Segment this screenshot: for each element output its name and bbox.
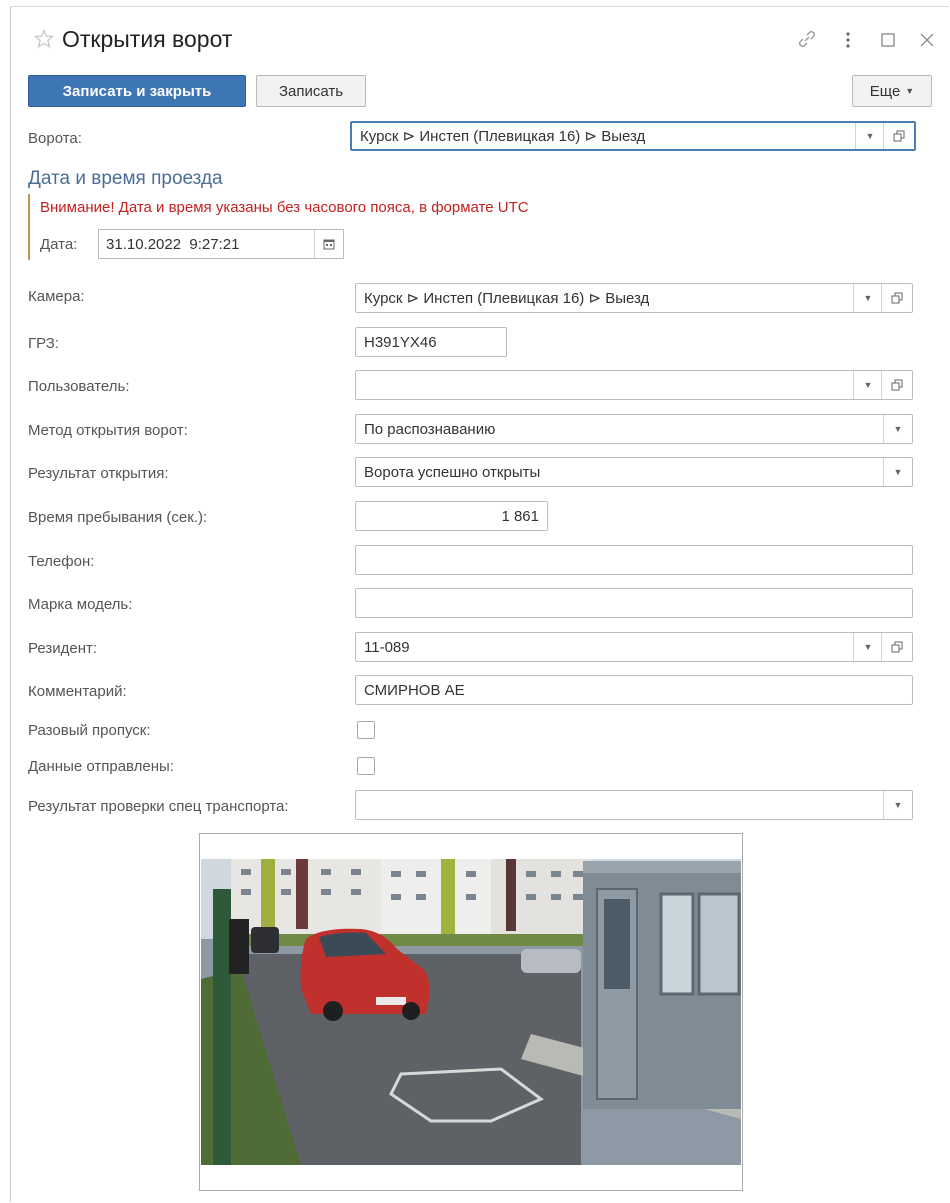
camera-snapshot[interactable] (201, 859, 741, 1165)
save-and-close-label: Записать и закрыть (62, 82, 212, 100)
plate-value: Н391YX46 (364, 333, 437, 351)
save-and-close-button[interactable]: Записать и закрыть (28, 75, 246, 107)
camera-field[interactable]: Курск ⊳ Инстеп (Плевицкая 16) ⊳ Выезд ▼ (355, 283, 913, 313)
open-icon[interactable] (881, 284, 912, 312)
utc-warning: Внимание! Дата и время указаны без часов… (40, 199, 529, 216)
phone-label: Телефон: (28, 553, 95, 570)
plate-label: ГРЗ: (28, 335, 60, 352)
resident-label: Резидент: (28, 640, 98, 657)
resident-value: 11-089 (364, 638, 410, 656)
stay-time-value: 1 861 (501, 507, 539, 525)
star-icon[interactable] (34, 29, 54, 49)
one-time-pass-checkbox[interactable] (357, 721, 375, 739)
result-label: Результат открытия: (28, 465, 169, 482)
more-label: Еще (869, 82, 901, 100)
dropdown-arrow-icon[interactable]: ▼ (855, 123, 884, 149)
gates-label: Ворота: (28, 130, 82, 147)
comment-value: СМИРНОВ АЕ (364, 681, 465, 699)
maximize-icon[interactable] (880, 32, 896, 48)
dropdown-arrow-icon[interactable]: ▼ (883, 415, 912, 443)
stay-time-label: Время пребывания (сек.): (28, 509, 208, 526)
dropdown-arrow-icon[interactable]: ▼ (853, 371, 882, 399)
calendar-icon[interactable] (314, 230, 343, 258)
data-sent-checkbox[interactable] (357, 757, 375, 775)
resident-field[interactable]: 11-089 ▼ (355, 632, 913, 662)
date-label: Дата: (40, 236, 78, 253)
link-icon[interactable] (796, 28, 818, 50)
method-value: По распознаванию (364, 420, 496, 438)
save-label: Записать (278, 82, 344, 100)
close-icon[interactable] (919, 32, 935, 48)
method-label: Метод открытия ворот: (28, 422, 188, 439)
window-title: Открытия ворот (62, 26, 233, 52)
user-label: Пользователь: (28, 378, 130, 395)
more-button[interactable]: Еще ▼ (852, 75, 932, 107)
date-value: 31.10.2022 9:27:21 (106, 235, 240, 253)
user-field[interactable]: ▼ (355, 370, 913, 400)
one-time-pass-label: Разовый пропуск: (28, 722, 151, 739)
camera-label: Камера: (28, 288, 85, 305)
plate-field[interactable]: Н391YX46 (355, 327, 507, 357)
gates-value: Курск ⊳ Инстеп (Плевицкая 16) ⊳ Выезд (360, 128, 646, 145)
comment-field[interactable]: СМИРНОВ АЕ (355, 675, 913, 705)
dropdown-arrow-icon[interactable]: ▼ (883, 458, 912, 486)
chevron-down-icon: ▼ (905, 86, 915, 96)
more-vertical-icon[interactable] (843, 30, 853, 50)
result-value: Ворота успешно открыты (364, 463, 541, 481)
model-field[interactable] (355, 588, 913, 618)
model-label: Марка модель: (28, 596, 133, 613)
special-check-field[interactable]: ▼ (355, 790, 913, 820)
dropdown-arrow-icon[interactable]: ▼ (853, 284, 882, 312)
dropdown-arrow-icon[interactable]: ▼ (853, 633, 882, 661)
snapshot-frame (199, 833, 743, 1191)
open-icon[interactable] (881, 633, 912, 661)
gates-field[interactable]: Курск ⊳ Инстеп (Плевицкая 16) ⊳ Выезд ▼ (350, 121, 916, 151)
open-icon[interactable] (881, 371, 912, 399)
method-field[interactable]: По распознаванию ▼ (355, 414, 913, 444)
stay-time-field[interactable]: 1 861 (355, 501, 548, 531)
section-title: Дата и время проезда (28, 168, 223, 189)
save-button[interactable]: Записать (256, 75, 366, 107)
result-field[interactable]: Ворота успешно открыты ▼ (355, 457, 913, 487)
phone-field[interactable] (355, 545, 913, 575)
dropdown-arrow-icon[interactable]: ▼ (883, 791, 912, 819)
camera-value: Курск ⊳ Инстеп (Плевицкая 16) ⊳ Выезд (364, 290, 650, 307)
date-field[interactable]: 31.10.2022 9:27:21 (98, 229, 344, 259)
open-icon[interactable] (883, 123, 914, 149)
comment-label: Комментарий: (28, 683, 127, 700)
special-check-label: Результат проверки спец транспорта: (28, 798, 289, 815)
data-sent-label: Данные отправлены: (28, 758, 175, 775)
group-marker (28, 194, 30, 260)
